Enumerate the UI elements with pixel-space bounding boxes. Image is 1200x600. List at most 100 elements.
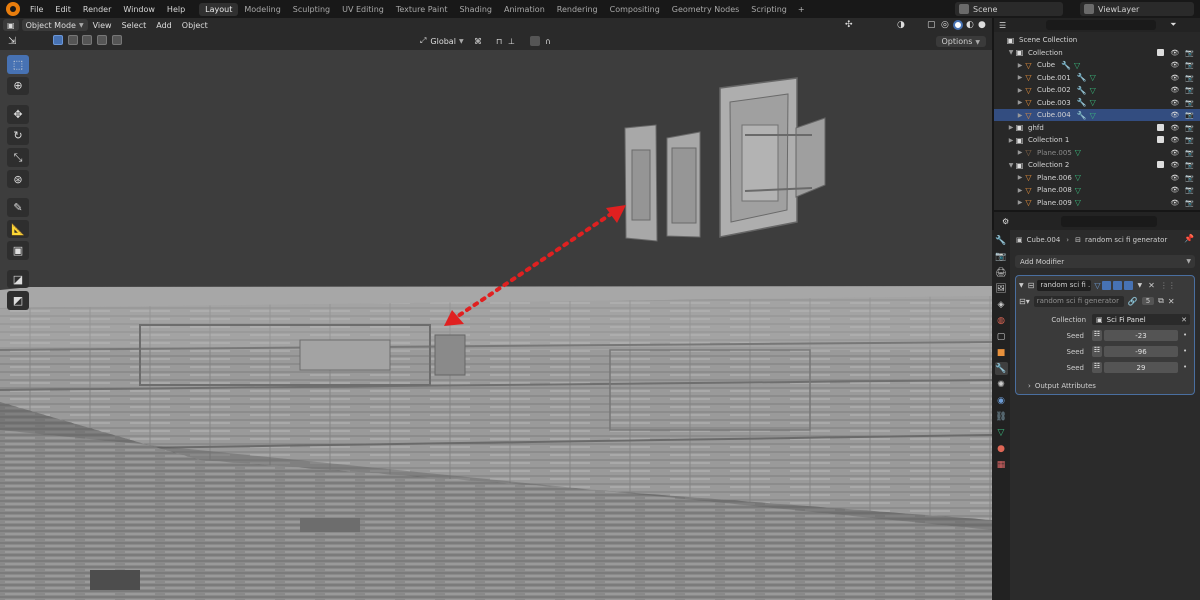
fake-user-icon[interactable]: 🔗	[1128, 297, 1138, 306]
editor-type-button[interactable]: ▣	[3, 19, 19, 31]
cursor-tool-icon[interactable]: ⊕	[7, 76, 29, 96]
camera-icon[interactable]: 📷	[1185, 136, 1194, 144]
modifier-icon[interactable]: 🔧	[1077, 98, 1087, 107]
menu-add[interactable]: Add	[151, 21, 177, 30]
eye-icon[interactable]: 👁	[1170, 86, 1179, 94]
eye-icon[interactable]: 👁	[1170, 199, 1179, 207]
expand-right-icon[interactable]: ▶	[1007, 124, 1015, 131]
render-toggle-icon[interactable]	[1124, 280, 1134, 290]
expand-right-icon[interactable]: ▶	[1016, 87, 1024, 94]
filter-icon[interactable]: ⏷	[1170, 20, 1176, 30]
render-tab-icon[interactable]: 📷	[995, 250, 1008, 263]
tab-compositing[interactable]: Compositing	[604, 3, 666, 16]
expand-down-icon[interactable]: ▼	[1007, 162, 1015, 169]
camera-icon[interactable]: 📷	[1185, 49, 1194, 57]
outliner-collection-row[interactable]: ▶ ▣ ghfd 👁 📷	[994, 122, 1200, 134]
tool-tab-icon[interactable]: 🔧	[995, 234, 1008, 247]
expand-right-icon[interactable]: ▶	[1016, 112, 1024, 119]
modifier-icon[interactable]: 🔧	[1077, 86, 1087, 95]
view-layer-selector[interactable]: ViewLayer	[1080, 2, 1194, 16]
transform-tool-icon[interactable]: ⊛	[7, 169, 29, 189]
keyframe-dot-icon[interactable]: •	[1183, 331, 1187, 339]
eye-icon[interactable]: 👁	[1170, 99, 1179, 107]
output-tab-icon[interactable]: 🖨	[995, 266, 1008, 279]
modifier-tab-icon[interactable]: 🔧	[994, 362, 1008, 375]
select-invert-icon[interactable]	[97, 35, 108, 45]
edit-mode-toggle-icon[interactable]: ▽	[1094, 281, 1100, 290]
move-tool-icon[interactable]: ✥	[7, 104, 29, 124]
modifier-icon[interactable]: 🔧	[1061, 61, 1071, 70]
scene-selector[interactable]: Scene	[955, 2, 1063, 16]
shading-solid-icon[interactable]	[953, 20, 963, 30]
pin-icon[interactable]: 📌	[1184, 234, 1194, 243]
tab-shading[interactable]: Shading	[453, 3, 498, 16]
camera-icon[interactable]: 📷	[1185, 199, 1194, 207]
expand-right-icon[interactable]: ▶	[1007, 137, 1015, 144]
menu-edit[interactable]: Edit	[49, 5, 77, 14]
view-layer-tab-icon[interactable]: 🖼	[995, 282, 1008, 295]
camera-icon[interactable]: 📷	[1185, 86, 1194, 94]
modifier-menu-chevron-icon[interactable]: ▼	[1137, 282, 1142, 289]
camera-icon[interactable]: 📷	[1185, 124, 1194, 132]
add-modifier-button[interactable]: Add Modifier ▼	[1015, 255, 1195, 268]
shading-wireframe-icon[interactable]: ◎	[941, 20, 949, 30]
camera-icon[interactable]: 📷	[1185, 61, 1194, 69]
transform-icon[interactable]: ⇲	[8, 36, 16, 47]
expand-right-icon[interactable]: ▶	[1016, 99, 1024, 106]
eye-icon[interactable]: 👁	[1170, 111, 1179, 119]
outliner-collection-row[interactable]: ▣ Scene Collection	[994, 34, 1200, 46]
keyframe-dot-icon[interactable]: •	[1183, 363, 1187, 371]
select-new-icon[interactable]	[53, 35, 64, 45]
rotate-tool-icon[interactable]: ↻	[7, 126, 29, 146]
attribute-toggle-icon[interactable]: ☷	[1092, 330, 1102, 341]
camera-icon[interactable]: 📷	[1185, 149, 1194, 157]
attribute-toggle-icon[interactable]: ☷	[1092, 346, 1102, 357]
select-subtract-icon[interactable]	[82, 35, 93, 45]
tab-rendering[interactable]: Rendering	[551, 3, 604, 16]
menu-select[interactable]: Select	[117, 21, 152, 30]
proportional-falloff-icon[interactable]: ∩	[545, 37, 551, 46]
mesh-data-icon[interactable]: ▽	[1090, 111, 1096, 120]
physics-tab-icon[interactable]: ◉	[995, 394, 1008, 407]
expand-right-icon[interactable]: ▶	[1016, 187, 1024, 194]
data-tab-icon[interactable]: ▽	[995, 426, 1008, 439]
xray-toggle-icon[interactable]: ▢	[927, 20, 936, 30]
modifier-icon[interactable]: 🔧	[1077, 111, 1087, 120]
tab-layout[interactable]: Layout	[199, 2, 239, 16]
menu-window[interactable]: Window	[117, 5, 161, 14]
eye-icon[interactable]: 👁	[1170, 161, 1179, 169]
3d-viewport[interactable]	[0, 50, 992, 600]
viewport-toggle-icon[interactable]	[1113, 280, 1123, 290]
outliner-object-row[interactable]: ▶ ▽ Cube.001 🔧 ▽ 👁 📷	[994, 72, 1200, 84]
mesh-data-icon[interactable]: ▽	[1090, 98, 1096, 107]
camera-icon[interactable]: 📷	[1185, 74, 1194, 82]
overlay-toggle-icon[interactable]: ◑	[897, 20, 905, 30]
duplicate-icon[interactable]: ⧉	[1158, 296, 1164, 306]
outliner-editor-icon[interactable]: ☰	[999, 21, 1006, 30]
expand-right-icon[interactable]: ▶	[1016, 149, 1024, 156]
outliner-collection-row[interactable]: ▼ ▣ Collection 👁 📷	[994, 47, 1200, 59]
modifier-name-field[interactable]: random sci fi ...	[1037, 279, 1092, 291]
camera-icon[interactable]: 📷	[1185, 99, 1194, 107]
extrude-tool-icon[interactable]: ◪	[7, 269, 29, 289]
menu-render[interactable]: Render	[77, 5, 117, 14]
outliner-object-row[interactable]: ▶ ▽ Cube.002 🔧 ▽ 👁 📷	[994, 84, 1200, 96]
collection-field[interactable]: ▣ Sci Fi Panel ✕	[1092, 314, 1190, 325]
object-tab-icon[interactable]: ■	[995, 346, 1008, 359]
tab-geometry-nodes[interactable]: Geometry Nodes	[666, 3, 745, 16]
outliner-object-row[interactable]: ▶ ▽ Plane.005 ▽ 👁 📷	[994, 147, 1200, 159]
outliner-object-row[interactable]: ▶ ▽ Plane.008 ▽ 👁 📷	[994, 184, 1200, 196]
shear-tool-icon[interactable]: ◩	[7, 291, 29, 311]
eye-icon[interactable]: 👁	[1170, 149, 1179, 157]
drag-handle-icon[interactable]: ⋮⋮	[1160, 281, 1176, 290]
seed-field[interactable]: -23	[1104, 330, 1178, 341]
shading-rendered-icon[interactable]: ●	[978, 20, 986, 30]
tab-scripting[interactable]: Scripting	[745, 3, 793, 16]
eye-icon[interactable]: 👁	[1170, 186, 1179, 194]
tab-modeling[interactable]: Modeling	[238, 3, 286, 16]
camera-icon[interactable]: 📷	[1185, 161, 1194, 169]
tab-sculpting[interactable]: Sculpting	[287, 3, 336, 16]
mesh-data-icon[interactable]: ▽	[1075, 186, 1081, 195]
select-intersect-icon[interactable]	[111, 35, 122, 45]
attribute-toggle-icon[interactable]: ☷	[1092, 362, 1102, 373]
